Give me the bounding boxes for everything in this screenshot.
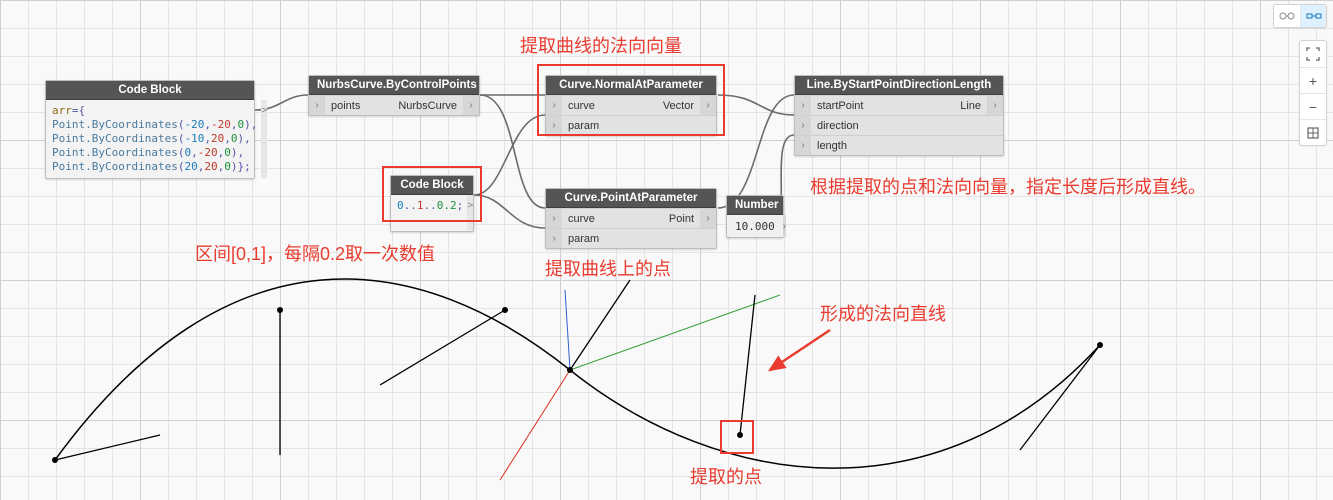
port-label: param	[562, 233, 631, 245]
input-port[interactable]	[546, 209, 562, 228]
node-title: Curve.NormalAtParameter	[546, 76, 716, 95]
port-label: points	[325, 100, 392, 112]
output-port[interactable]	[463, 96, 479, 115]
input-port[interactable]	[546, 229, 562, 248]
output-port[interactable]	[987, 96, 1003, 115]
annotation-text-line: 根据提取的点和法向向量，指定长度后形成直线。	[810, 173, 1206, 199]
node-title: Code Block	[46, 81, 254, 100]
node-title: Number	[727, 196, 783, 215]
port-label: Line	[899, 100, 987, 112]
port-label: param	[562, 120, 631, 132]
node-number[interactable]: Number 10.000	[726, 195, 784, 238]
number-value[interactable]: 10.000	[727, 220, 783, 233]
view-mode-b-button[interactable]	[1300, 5, 1326, 27]
port-label: NurbsCurve	[392, 100, 463, 112]
zoom-in-button[interactable]: +	[1300, 67, 1326, 93]
output-port[interactable]	[783, 215, 786, 237]
view-mode-group	[1273, 4, 1327, 28]
output-port[interactable]	[700, 96, 716, 115]
input-port[interactable]	[309, 96, 325, 115]
port-label: length	[811, 140, 899, 152]
zoom-out-button[interactable]: −	[1300, 93, 1326, 119]
view-mode-a-button[interactable]	[1274, 5, 1300, 27]
glasses-icon	[1279, 11, 1295, 21]
fit-icon	[1306, 47, 1320, 61]
annotation-text-point: 提取曲线上的点	[545, 255, 671, 281]
code-text: arr={ Point.ByCoordinates(-20,-20,0), Po…	[52, 104, 257, 174]
code-body[interactable]: 0..1..0.2; >	[391, 195, 473, 231]
node-line-bystartpointdirectionlength[interactable]: Line.ByStartPointDirectionLength startPo…	[794, 75, 1004, 156]
node-title: Line.ByStartPointDirectionLength	[795, 76, 1003, 95]
node-curve-pointatparameter[interactable]: Curve.PointAtParameter curve Point param	[545, 188, 717, 249]
input-port[interactable]	[795, 116, 811, 135]
input-port[interactable]	[546, 116, 562, 135]
code-body[interactable]: arr={ Point.ByCoordinates(-20,-20,0), Po…	[46, 100, 254, 178]
port-label: startPoint	[811, 100, 899, 112]
node-code-block-1[interactable]: Code Block arr={ Point.ByCoordinates(-20…	[45, 80, 255, 179]
view-toolbar	[1273, 4, 1327, 28]
port-label: Point	[631, 213, 700, 225]
output-port[interactable]: >	[261, 100, 267, 178]
extents-icon	[1306, 126, 1320, 140]
node-code-block-2[interactable]: Code Block 0..1..0.2; >	[390, 175, 474, 232]
input-port[interactable]	[546, 96, 562, 115]
annotation-text-interval: 区间[0,1]，每隔0.2取一次数值	[195, 240, 435, 266]
port-label: Vector	[631, 100, 700, 112]
node-graph-icon	[1306, 11, 1322, 21]
input-port[interactable]	[795, 136, 811, 155]
annotation-text-samplepoint: 提取的点	[690, 463, 762, 489]
zoom-extents-button[interactable]	[1300, 119, 1326, 145]
zoom-controls: + −	[1299, 40, 1327, 146]
code-text: 0..1..0.2;	[397, 199, 463, 227]
port-label: curve	[562, 100, 631, 112]
output-port[interactable]: >	[467, 195, 473, 231]
annotation-text-normalline: 形成的法向直线	[820, 300, 946, 326]
input-port[interactable]	[795, 96, 811, 115]
output-port[interactable]	[700, 209, 716, 228]
node-title: NurbsCurve.ByControlPoints	[309, 76, 479, 95]
node-nurbscurve-bycontrolpoints[interactable]: NurbsCurve.ByControlPoints points NurbsC…	[308, 75, 480, 116]
node-title: Code Block	[391, 176, 473, 195]
port-label: curve	[562, 213, 631, 225]
annotation-text-normal: 提取曲线的法向向量	[520, 32, 682, 58]
port-label: direction	[811, 120, 899, 132]
node-curve-normalatparameter[interactable]: Curve.NormalAtParameter curve Vector par…	[545, 75, 717, 136]
zoom-fit-button[interactable]	[1300, 41, 1326, 67]
node-title: Curve.PointAtParameter	[546, 189, 716, 208]
